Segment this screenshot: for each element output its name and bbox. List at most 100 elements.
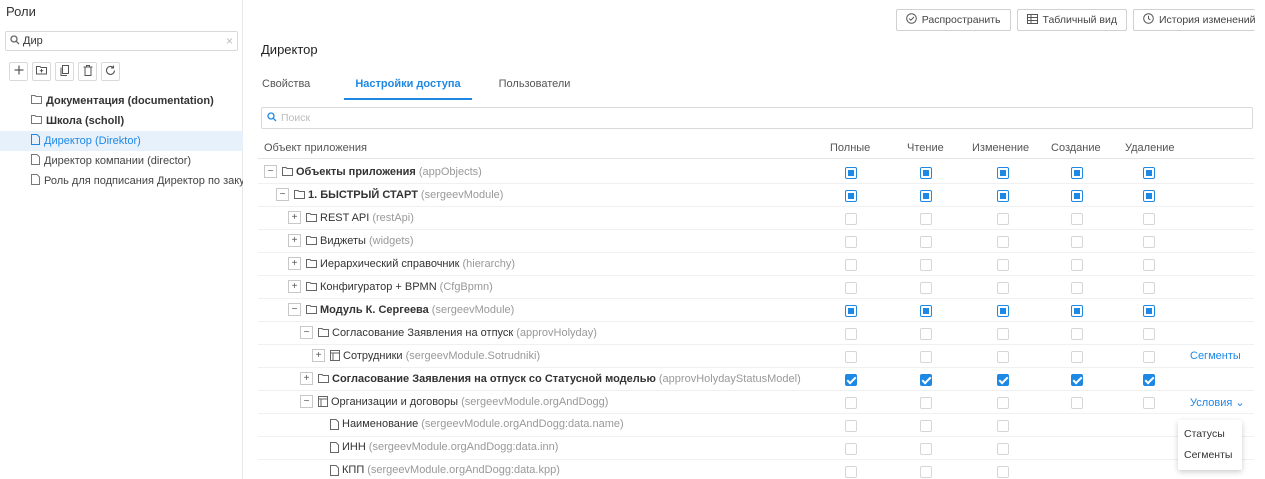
checkbox-create[interactable]: [1071, 259, 1083, 271]
clear-icon[interactable]: ×: [226, 34, 233, 48]
checkbox-edit[interactable]: [997, 420, 1009, 432]
checkbox-edit[interactable]: [997, 374, 1009, 386]
checkbox-read[interactable]: [920, 259, 932, 271]
checkbox-edit[interactable]: [997, 351, 1009, 363]
checkbox-delete[interactable]: [1143, 190, 1155, 202]
collapse-button[interactable]: −: [264, 165, 277, 178]
tab-users[interactable]: Пользователи: [498, 74, 572, 100]
checkbox-read[interactable]: [920, 420, 932, 432]
checkbox-read[interactable]: [920, 190, 932, 202]
checkbox-full[interactable]: [845, 167, 857, 179]
expand-button[interactable]: +: [288, 257, 301, 270]
checkbox-delete[interactable]: [1143, 351, 1155, 363]
search-value[interactable]: Дир: [23, 35, 226, 47]
checkbox-create[interactable]: [1071, 213, 1083, 225]
row-action-link[interactable]: Условия ⌄: [1190, 396, 1245, 409]
expand-button[interactable]: +: [288, 280, 301, 293]
tabs: Свойства Настройки доступа Пользователи: [261, 74, 571, 100]
collapse-button[interactable]: −: [276, 188, 289, 201]
checkbox-full[interactable]: [845, 397, 857, 409]
checkbox-read[interactable]: [920, 443, 932, 455]
checkbox-full[interactable]: [845, 305, 857, 317]
checkbox-edit[interactable]: [997, 305, 1009, 317]
dropdown-item-statuses[interactable]: Статусы: [1178, 424, 1242, 445]
checkbox-create[interactable]: [1071, 190, 1083, 202]
checkbox-read[interactable]: [920, 236, 932, 248]
checkbox-edit[interactable]: [997, 167, 1009, 179]
tab-properties[interactable]: Свойства: [261, 74, 311, 100]
checkbox-read[interactable]: [920, 397, 932, 409]
add-button[interactable]: [9, 62, 28, 81]
checkbox-read[interactable]: [920, 374, 932, 386]
checkbox-full[interactable]: [845, 190, 857, 202]
checkbox-full[interactable]: [845, 374, 857, 386]
checkbox-edit[interactable]: [997, 397, 1009, 409]
checkbox-edit[interactable]: [997, 282, 1009, 294]
checkbox-edit[interactable]: [997, 259, 1009, 271]
collapse-button[interactable]: −: [300, 395, 313, 408]
checkbox-create[interactable]: [1071, 374, 1083, 386]
expand-button[interactable]: +: [288, 211, 301, 224]
checkbox-read[interactable]: [920, 305, 932, 317]
access-search-input[interactable]: Поиск: [261, 107, 1253, 129]
tree-item[interactable]: Школа (scholl): [0, 111, 243, 131]
checkbox-create[interactable]: [1071, 351, 1083, 363]
checkbox-full[interactable]: [845, 466, 857, 478]
checkbox-full[interactable]: [845, 259, 857, 271]
roles-search-input[interactable]: Дир ×: [5, 31, 238, 51]
checkbox-create[interactable]: [1071, 167, 1083, 179]
tree-item[interactable]: Роль для подписания Директор по закупкам: [0, 171, 243, 191]
checkbox-delete[interactable]: [1143, 167, 1155, 179]
checkbox-delete[interactable]: [1143, 213, 1155, 225]
distribute-button[interactable]: Распространить: [895, 9, 1011, 31]
tree-item-selected[interactable]: Директор (Direktor): [0, 131, 243, 151]
checkbox-read[interactable]: [920, 466, 932, 478]
tab-access-settings[interactable]: Настройки доступа: [344, 74, 472, 100]
checkbox-full[interactable]: [845, 351, 857, 363]
tree-item[interactable]: Директор компании (director): [0, 151, 243, 171]
checkbox-delete[interactable]: [1143, 282, 1155, 294]
checkbox-delete[interactable]: [1143, 259, 1155, 271]
checkbox-create[interactable]: [1071, 305, 1083, 317]
refresh-button[interactable]: [101, 62, 120, 81]
checkbox-delete[interactable]: [1143, 374, 1155, 386]
checkbox-edit[interactable]: [997, 443, 1009, 455]
checkbox-full[interactable]: [845, 420, 857, 432]
expand-button[interactable]: +: [312, 349, 325, 362]
checkbox-read[interactable]: [920, 351, 932, 363]
checkbox-edit[interactable]: [997, 236, 1009, 248]
checkbox-full[interactable]: [845, 282, 857, 294]
checkbox-delete[interactable]: [1143, 236, 1155, 248]
checkbox-edit[interactable]: [997, 213, 1009, 225]
checkbox-delete[interactable]: [1143, 328, 1155, 340]
dropdown-item-segments[interactable]: Сегменты: [1178, 445, 1242, 466]
add-folder-button[interactable]: [32, 62, 51, 81]
checkbox-full[interactable]: [845, 213, 857, 225]
checkbox-edit[interactable]: [997, 328, 1009, 340]
tree-item[interactable]: Документация (documentation): [0, 91, 243, 111]
checkbox-create[interactable]: [1071, 282, 1083, 294]
checkbox-edit[interactable]: [997, 190, 1009, 202]
delete-button[interactable]: [78, 62, 97, 81]
checkbox-delete[interactable]: [1143, 305, 1155, 317]
checkbox-create[interactable]: [1071, 397, 1083, 409]
checkbox-read[interactable]: [920, 328, 932, 340]
collapse-button[interactable]: −: [300, 326, 313, 339]
row-action-link[interactable]: Сегменты: [1190, 350, 1241, 362]
checkbox-create[interactable]: [1071, 236, 1083, 248]
checkbox-full[interactable]: [845, 328, 857, 340]
collapse-button[interactable]: −: [288, 303, 301, 316]
checkbox-edit[interactable]: [997, 466, 1009, 478]
checkbox-delete[interactable]: [1143, 397, 1155, 409]
checkbox-read[interactable]: [920, 282, 932, 294]
history-button[interactable]: История изменений: [1133, 9, 1255, 31]
table-view-button[interactable]: Табличный вид: [1016, 9, 1127, 31]
expand-button[interactable]: +: [300, 372, 313, 385]
checkbox-full[interactable]: [845, 443, 857, 455]
checkbox-full[interactable]: [845, 236, 857, 248]
copy-button[interactable]: [55, 62, 74, 81]
checkbox-read[interactable]: [920, 167, 932, 179]
checkbox-read[interactable]: [920, 213, 932, 225]
checkbox-create[interactable]: [1071, 328, 1083, 340]
expand-button[interactable]: +: [288, 234, 301, 247]
